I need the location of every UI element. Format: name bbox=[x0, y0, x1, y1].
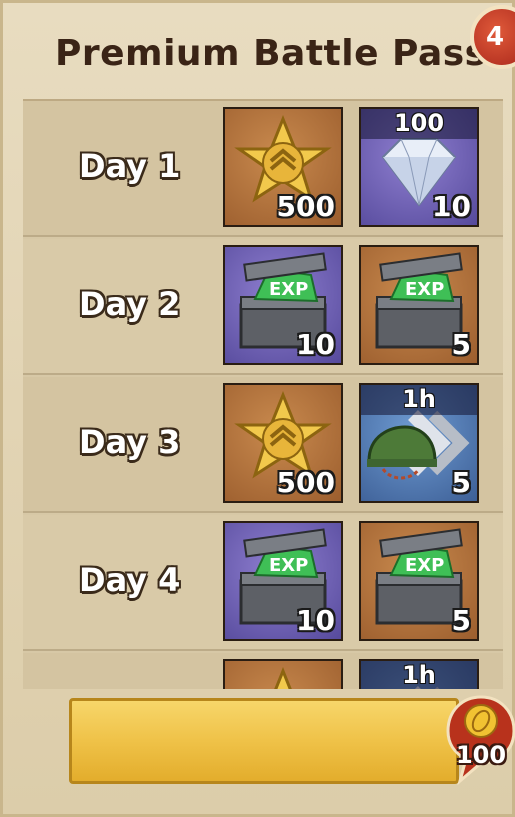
reward-item[interactable]: EXP 5 bbox=[359, 521, 479, 641]
reward-item[interactable]: EXP 10 bbox=[223, 245, 343, 365]
reward-quantity: 500 bbox=[276, 466, 335, 499]
price-badge: 100 bbox=[446, 693, 515, 786]
reward-item[interactable]: 500 bbox=[223, 383, 343, 503]
svg-text:EXP: EXP bbox=[405, 555, 444, 576]
reward-item[interactable]: 1h bbox=[359, 659, 479, 689]
reward-item[interactable]: 100 10 bbox=[359, 107, 479, 227]
day-label: Day 2 bbox=[79, 285, 181, 323]
reward-row: 1h bbox=[23, 653, 503, 689]
reward-row: Day 4 EXP 10 EXP 5 bbox=[23, 515, 503, 651]
price-value: 100 bbox=[455, 741, 507, 769]
reward-item[interactable]: EXP 5 bbox=[359, 245, 479, 365]
day-label: Day 1 bbox=[79, 147, 181, 185]
day-label: Day 4 bbox=[79, 561, 181, 599]
reward-item[interactable] bbox=[223, 659, 343, 689]
reward-row: Day 3 500 1h 5 bbox=[23, 377, 503, 513]
reward-quantity: 500 bbox=[276, 190, 335, 223]
reward-quantity: 10 bbox=[432, 190, 471, 223]
reward-quantity: 10 bbox=[296, 604, 335, 637]
reward-item[interactable]: EXP 10 bbox=[223, 521, 343, 641]
reward-quantity: 5 bbox=[451, 328, 471, 361]
reward-top-label: 1h bbox=[361, 385, 477, 415]
battle-pass-panel: Premium Battle Pass 4 Day 1 500 100 10 Day 2… bbox=[0, 0, 515, 817]
reward-quantity: 5 bbox=[451, 466, 471, 499]
reward-item[interactable]: 1h 5 bbox=[359, 383, 479, 503]
reward-list[interactable]: Day 1 500 100 10 Day 2 EXP 10 EXP 5 Day 3 500 1h 5 Da… bbox=[23, 99, 503, 689]
reward-item[interactable]: 500 bbox=[223, 107, 343, 227]
page-title: Premium Battle Pass bbox=[55, 33, 487, 74]
reward-row: Day 1 500 100 10 bbox=[23, 101, 503, 237]
reward-row: Day 2 EXP 10 EXP 5 bbox=[23, 239, 503, 375]
reward-top-label: 1h bbox=[361, 661, 477, 689]
star-badge-icon bbox=[274, 666, 292, 689]
coin-icon bbox=[446, 695, 515, 786]
svg-text:EXP: EXP bbox=[269, 555, 308, 576]
svg-text:EXP: EXP bbox=[405, 279, 444, 300]
svg-text:EXP: EXP bbox=[269, 279, 308, 300]
reward-top-label: 100 bbox=[361, 109, 477, 139]
reward-quantity: 10 bbox=[296, 328, 335, 361]
day-label: Day 3 bbox=[79, 423, 181, 461]
buy-button[interactable] bbox=[69, 698, 459, 784]
reward-quantity: 5 bbox=[451, 604, 471, 637]
